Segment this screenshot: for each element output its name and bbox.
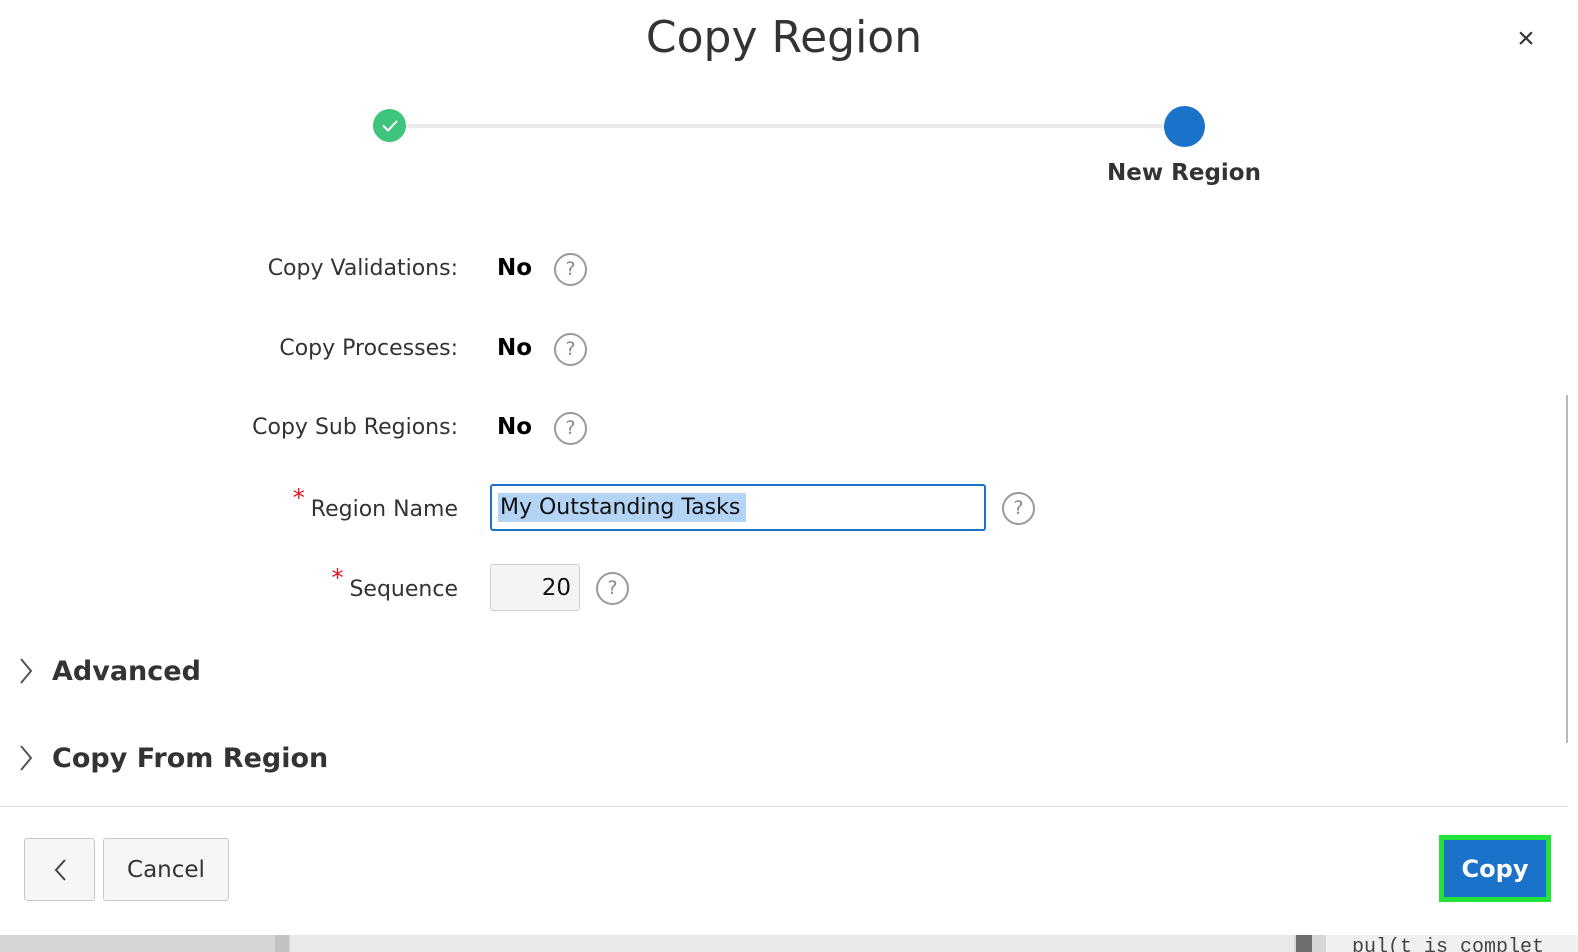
copy-region-dialog: Copy Region × New Region Copy Validation… [0,0,1568,935]
copy-sub-regions-value: No [497,414,533,440]
copy-sub-regions-label: Copy Sub Regions: [252,415,458,440]
check-icon [382,120,397,131]
chevron-right-icon [14,651,38,691]
region-name-value: My Outstanding Tasks [498,493,747,522]
close-button[interactable]: × [1506,22,1546,56]
advanced-section-title: Advanced [52,655,201,687]
copy-validations-value: No [497,255,533,281]
copy-validations-row: Copy Validations: No ? [0,246,1400,294]
scrollbar-thumb[interactable] [1566,395,1568,743]
copy-from-region-section-title: Copy From Region [52,742,329,774]
advanced-section-toggle[interactable]: Advanced [14,651,201,691]
region-name-label-wrap: * Region Name [293,484,458,522]
copy-processes-value: No [497,335,533,361]
background-scrollbar [1296,935,1312,952]
sequence-row: * Sequence 20 ? [0,564,1400,612]
required-marker: * [331,564,344,592]
copy-processes-label: Copy Processes: [279,336,458,361]
dialog-title: Copy Region [645,12,923,63]
help-icon[interactable]: ? [554,412,587,445]
chevron-left-icon [54,858,66,881]
chevron-right-icon [14,738,38,778]
wizard-progress-track [390,124,1186,128]
copy-button[interactable]: Copy [1439,835,1551,902]
region-name-row: * Region Name My Outstanding Tasks ? [0,484,1400,532]
close-icon: × [1517,22,1535,55]
sequence-input[interactable]: 20 [490,564,580,611]
background-panel [290,935,1294,952]
wizard-step-complete [373,109,406,142]
help-icon[interactable]: ? [596,572,629,605]
help-icon[interactable]: ? [1002,492,1035,525]
wizard-step-label: New Region [1107,160,1261,186]
cancel-button[interactable]: Cancel [103,838,229,901]
copy-validations-label: Copy Validations: [267,256,458,281]
sequence-label: Sequence [349,577,458,602]
sequence-label-wrap: * Sequence [331,564,458,602]
background-page-strip: pul(t is complet [0,935,1578,952]
copy-processes-row: Copy Processes: No ? [0,326,1400,374]
copy-from-region-section-toggle[interactable]: Copy From Region [14,738,328,778]
copy-sub-regions-row: Copy Sub Regions: No ? [0,405,1400,453]
footer-divider [0,806,1568,807]
background-panel-edge [275,935,289,952]
help-icon[interactable]: ? [554,253,587,286]
back-button[interactable] [24,838,95,901]
wizard-step-current [1164,106,1205,147]
required-marker: * [292,484,305,512]
help-icon[interactable]: ? [554,333,587,366]
region-name-label: Region Name [310,497,458,522]
region-name-input[interactable]: My Outstanding Tasks [490,484,986,531]
background-code-text: pul(t is complet [1352,936,1545,952]
